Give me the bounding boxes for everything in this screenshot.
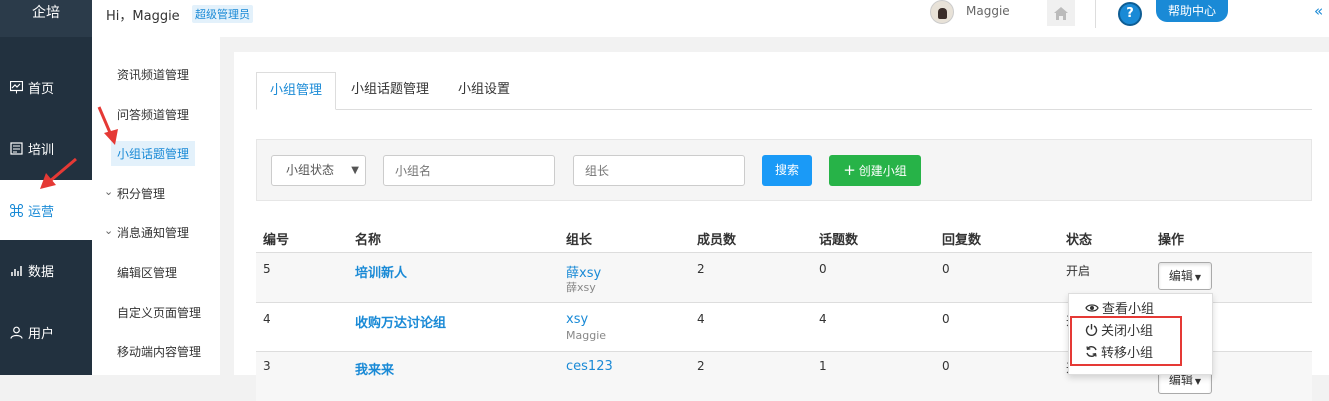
nav-item-label: 数据: [28, 264, 55, 280]
chevron-down-icon: ▼: [351, 165, 359, 176]
collapse-icon[interactable]: «: [1314, 2, 1323, 20]
app-logo: 企培: [0, 0, 92, 37]
search-button[interactable]: 搜索: [762, 155, 812, 186]
reply-count: 0: [942, 359, 950, 373]
home-button[interactable]: [1047, 0, 1075, 26]
subnav-item-mobile[interactable]: 移动端内容管理: [117, 343, 201, 360]
tab-group-topics[interactable]: 小组话题管理: [338, 72, 442, 110]
column-header-topics: 话题数: [819, 233, 859, 248]
column-header-actions: 操作: [1158, 233, 1185, 248]
leader-sub: Maggie: [566, 329, 607, 342]
row-id: 4: [263, 312, 271, 326]
edit-label: 编辑: [1168, 269, 1193, 283]
home-icon: [1054, 6, 1068, 20]
chart-board-icon: [10, 80, 23, 94]
tab-group-management[interactable]: 小组管理: [256, 72, 337, 110]
plus-icon: +: [843, 161, 856, 179]
command-icon: [10, 203, 23, 217]
column-header-id: 编号: [263, 233, 290, 248]
leader-link[interactable]: xsy: [566, 312, 588, 327]
subnav-item-news[interactable]: 资讯频道管理: [117, 66, 189, 83]
help-icon[interactable]: ?: [1118, 2, 1142, 26]
member-count: 2: [697, 262, 705, 276]
nav-item-users[interactable]: 用户: [0, 302, 92, 362]
topic-count: 1: [819, 359, 827, 373]
role-badge: 超级管理员: [192, 5, 253, 23]
nav-item-label: 用户: [28, 326, 55, 342]
create-group-label: 创建小组: [858, 164, 907, 178]
topic-count: 4: [819, 312, 827, 326]
help-center-button[interactable]: 帮助中心: [1156, 0, 1229, 22]
subnav-item-notifications[interactable]: 消息通知管理: [117, 224, 189, 241]
subnav-item-qa[interactable]: 问答频道管理: [117, 106, 189, 123]
edit-label: 编辑: [1168, 373, 1193, 387]
subnav-item-points[interactable]: 积分管理: [117, 185, 165, 202]
column-header-replies: 回复数: [942, 233, 982, 248]
bar-chart-icon: [10, 264, 23, 277]
group-name-link[interactable]: 培训新人: [355, 262, 407, 281]
nav-item-home[interactable]: 首页: [0, 57, 92, 117]
leader-sub: 薛xsy: [566, 281, 596, 294]
group-name-input[interactable]: [383, 155, 555, 186]
user-icon: [10, 326, 23, 339]
annotation-highlight-box: [1070, 316, 1182, 366]
greeting: Hi，Maggie: [106, 9, 180, 24]
header-divider: [1095, 0, 1096, 28]
annotation-arrow-icon: [40, 157, 77, 189]
menu-item-view-group[interactable]: 查看小组: [1085, 298, 1154, 317]
leader-link[interactable]: ces123: [566, 359, 613, 374]
leader-input[interactable]: [573, 155, 745, 186]
top-header: Hi，Maggie 超级管理员 Maggie ? 帮助中心 «: [92, 0, 1329, 37]
subnav-item-editor[interactable]: 编辑区管理: [117, 264, 177, 281]
status-select-value: 小组状态: [286, 163, 335, 177]
edit-dropdown-button[interactable]: 编辑 ▼: [1158, 262, 1212, 290]
topic-count: 0: [819, 262, 827, 276]
row-id: 3: [263, 359, 271, 373]
caret-down-icon: ▼: [1194, 273, 1202, 282]
group-name-link[interactable]: 收购万达讨论组: [355, 312, 446, 331]
book-icon: [10, 141, 23, 155]
column-header-name: 名称: [355, 233, 382, 248]
caret-down-icon: ▼: [1194, 377, 1202, 386]
tab-bar: 小组管理 小组话题管理 小组设置: [256, 72, 1312, 110]
status-text: 开启: [1066, 264, 1091, 278]
group-name-link[interactable]: 我来来: [355, 359, 394, 378]
nav-item-label: 运营: [28, 204, 55, 220]
status-select[interactable]: 小组状态 ▼: [271, 155, 366, 186]
reply-count: 0: [942, 312, 950, 326]
column-header-status: 状态: [1066, 233, 1093, 248]
menu-item-label: 查看小组: [1102, 302, 1155, 317]
create-group-button[interactable]: + 创建小组: [829, 155, 921, 186]
column-header-leader: 组长: [566, 233, 593, 248]
chevron-down-icon: ⌄: [104, 185, 114, 198]
column-header-members: 成员数: [697, 233, 737, 248]
member-count: 4: [697, 312, 705, 326]
chevron-down-icon: ⌄: [104, 224, 114, 237]
member-count: 2: [697, 359, 705, 373]
subnav-item-custom-pages[interactable]: 自定义页面管理: [117, 304, 201, 321]
filter-bar: 小组状态 ▼ 搜索 +创建小组: [256, 139, 1312, 201]
nav-item-data[interactable]: 数据: [0, 240, 92, 300]
row-id: 5: [263, 262, 271, 276]
annotation-arrow-icon: [97, 106, 118, 145]
username[interactable]: Maggie: [966, 4, 1010, 18]
avatar[interactable]: [930, 0, 954, 24]
eye-icon: [1085, 303, 1099, 312]
tab-group-settings[interactable]: 小组设置: [445, 72, 523, 110]
nav-item-label: 首页: [28, 81, 55, 97]
sub-nav: 资讯频道管理 问答频道管理 小组话题管理 ⌄ 积分管理 ⌄ 消息通知管理 编辑区…: [92, 37, 220, 375]
reply-count: 0: [942, 262, 950, 276]
